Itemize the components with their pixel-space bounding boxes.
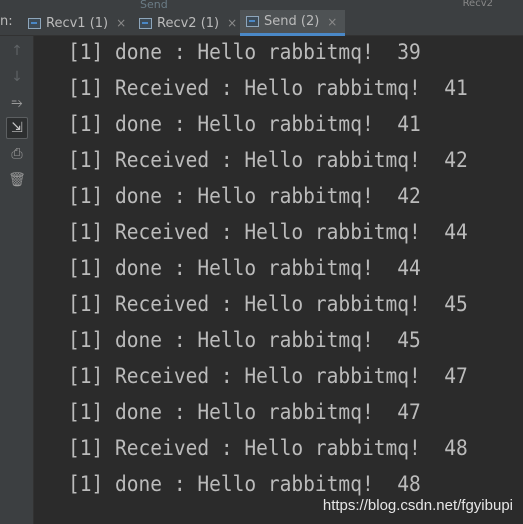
console-output[interactable]: [1] done : Hello rabbitmq! 39 [1] Receiv… [68, 38, 523, 506]
down-arrow-icon[interactable]: ↓ [6, 66, 28, 88]
tab-send[interactable]: Send (2) × [240, 10, 346, 36]
tab-label: Recv1 (1) [46, 15, 109, 31]
overflow-tab-label-right: Recv2 [462, 0, 493, 9]
tab-recv2[interactable]: Recv2 (1) × [133, 10, 245, 36]
run-label: n: [0, 14, 13, 29]
run-tab-bar: Send Recv2 n: Recv1 (1) × Recv2 (1) × Se… [0, 0, 523, 36]
scroll-to-end-icon[interactable]: ⇲ [6, 117, 28, 139]
close-icon[interactable]: × [327, 15, 337, 29]
console-toolbar: ↑ ↓ ⥱ ⇲ ⎙ 🗑 [0, 36, 34, 524]
console-line: [1] done : Hello rabbitmq! 42 [68, 184, 421, 208]
console-line: [1] done : Hello rabbitmq! 39 [68, 40, 421, 64]
up-arrow-icon[interactable]: ↑ [6, 40, 28, 62]
tab-label: Recv2 (1) [157, 15, 220, 31]
console-icon [246, 16, 259, 27]
trash-icon[interactable]: 🗑 [6, 169, 28, 191]
overflow-tab-label: Send [140, 0, 168, 11]
close-icon[interactable]: × [227, 16, 237, 30]
watermark-url: https://blog.csdn.net/fgyibupi [322, 497, 513, 514]
console-line: [1] Received : Hello rabbitmq! 44 [68, 220, 468, 244]
print-icon[interactable]: ⎙ [6, 143, 28, 165]
close-icon[interactable]: × [116, 16, 126, 30]
tab-recv1[interactable]: Recv1 (1) × [22, 10, 134, 36]
console-line: [1] Received : Hello rabbitmq! 45 [68, 292, 468, 316]
console-line: [1] Received : Hello rabbitmq! 48 [68, 436, 468, 460]
console-line: [1] Received : Hello rabbitmq! 42 [68, 148, 468, 172]
console-line: [1] Received : Hello rabbitmq! 47 [68, 364, 468, 388]
console-line: [1] done : Hello rabbitmq! 47 [68, 400, 421, 424]
console-icon [28, 17, 41, 29]
console-icon [139, 17, 152, 29]
console-line: [1] done : Hello rabbitmq! 44 [68, 256, 421, 280]
console-line: [1] Received : Hello rabbitmq! 41 [68, 76, 468, 100]
tab-label: Send (2) [264, 14, 320, 29]
console-line: [1] done : Hello rabbitmq! 45 [68, 328, 421, 352]
console-line: [1] done : Hello rabbitmq! 41 [68, 112, 421, 136]
soft-wrap-icon[interactable]: ⥱ [6, 92, 28, 114]
